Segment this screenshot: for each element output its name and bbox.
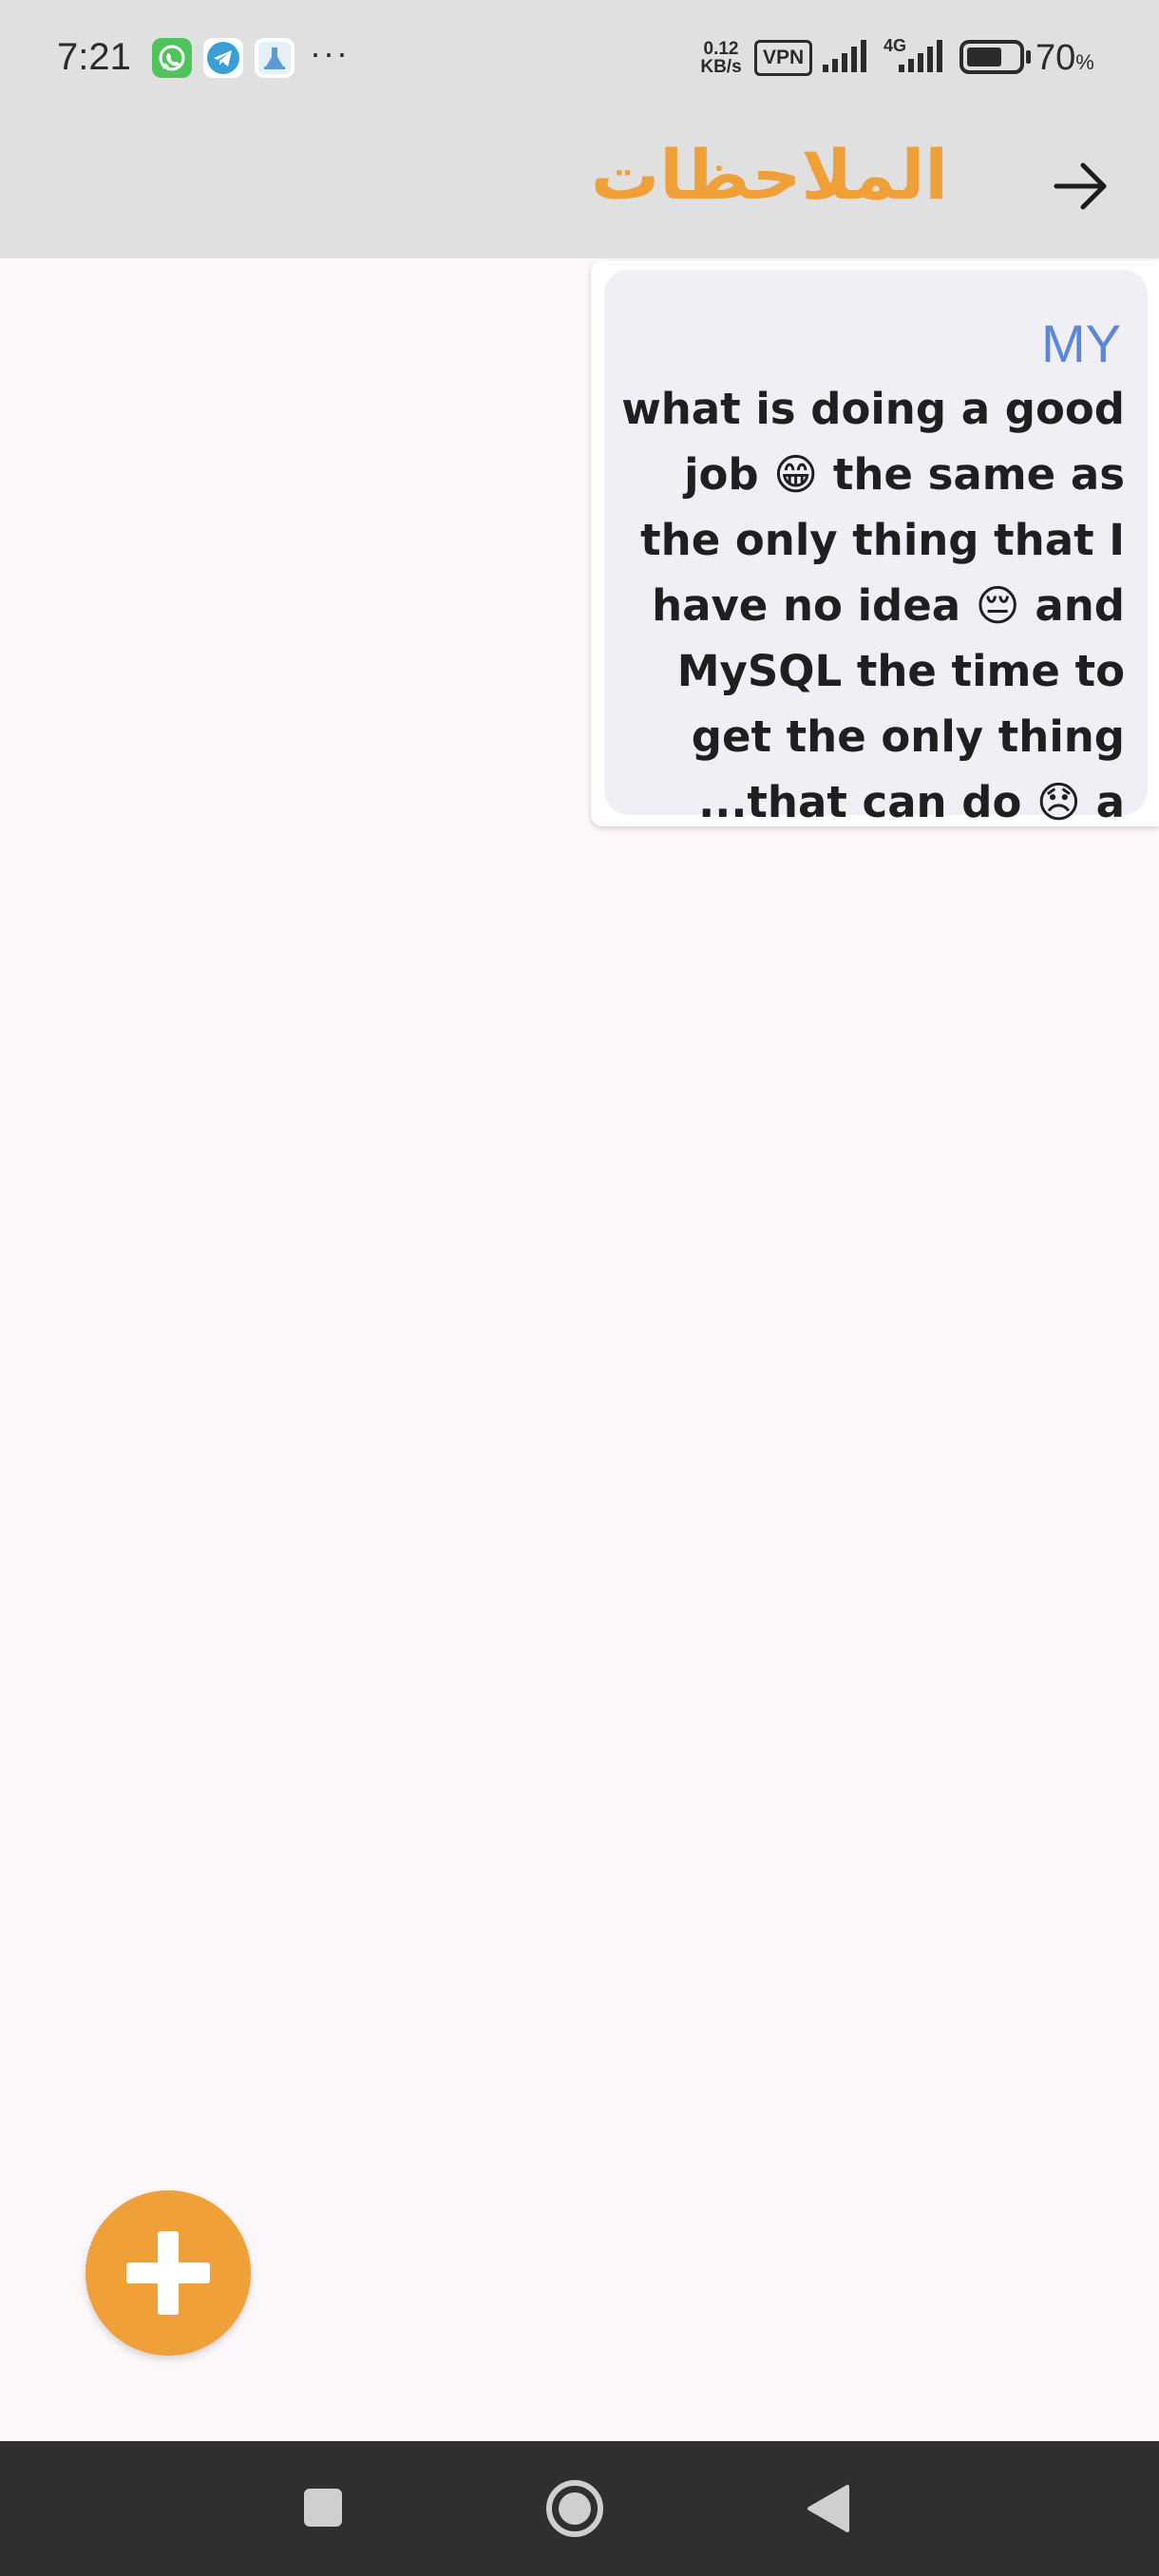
more-notifications-icon: ··· xyxy=(310,33,350,72)
status-time: 7:21 xyxy=(57,36,131,78)
vpn-badge: VPN xyxy=(754,40,813,76)
app-notification-icon xyxy=(255,38,294,78)
signal-strength-2-icon xyxy=(899,40,942,72)
arrow-right-icon xyxy=(1054,162,1107,210)
home-circle-icon xyxy=(546,2480,603,2537)
page-title: الملاحظات xyxy=(590,135,948,215)
battery-icon xyxy=(960,40,1031,74)
status-bar: 7:21 ··· 0.12 KB/s VPN 4G 70% xyxy=(0,0,1159,112)
plus-icon xyxy=(126,2231,210,2315)
system-nav-bar xyxy=(0,2441,1159,2576)
home-button[interactable] xyxy=(518,2441,632,2576)
whatsapp-icon xyxy=(152,38,192,78)
add-note-button[interactable] xyxy=(86,2190,251,2356)
app-bar: الملاحظات xyxy=(0,112,1159,258)
note-title: MY xyxy=(1041,313,1121,373)
back-triangle-icon xyxy=(808,2485,849,2532)
telegram-icon xyxy=(203,38,243,78)
note-card[interactable]: MY what is doing a good job 😁 the same a… xyxy=(591,260,1159,827)
note-body: what is doing a good job 😁 the same as t… xyxy=(621,384,1125,827)
recents-square-icon xyxy=(304,2489,342,2527)
note-card-inner[interactable]: MY what is doing a good job 😁 the same a… xyxy=(604,270,1148,827)
back-button[interactable] xyxy=(1045,150,1117,222)
back-nav-button[interactable] xyxy=(770,2441,884,2576)
network-speed: 0.12 KB/s xyxy=(700,39,742,77)
battery-percentage: 70% xyxy=(1036,38,1094,78)
signal-strength-icon xyxy=(823,40,866,72)
recents-button[interactable] xyxy=(266,2441,380,2576)
